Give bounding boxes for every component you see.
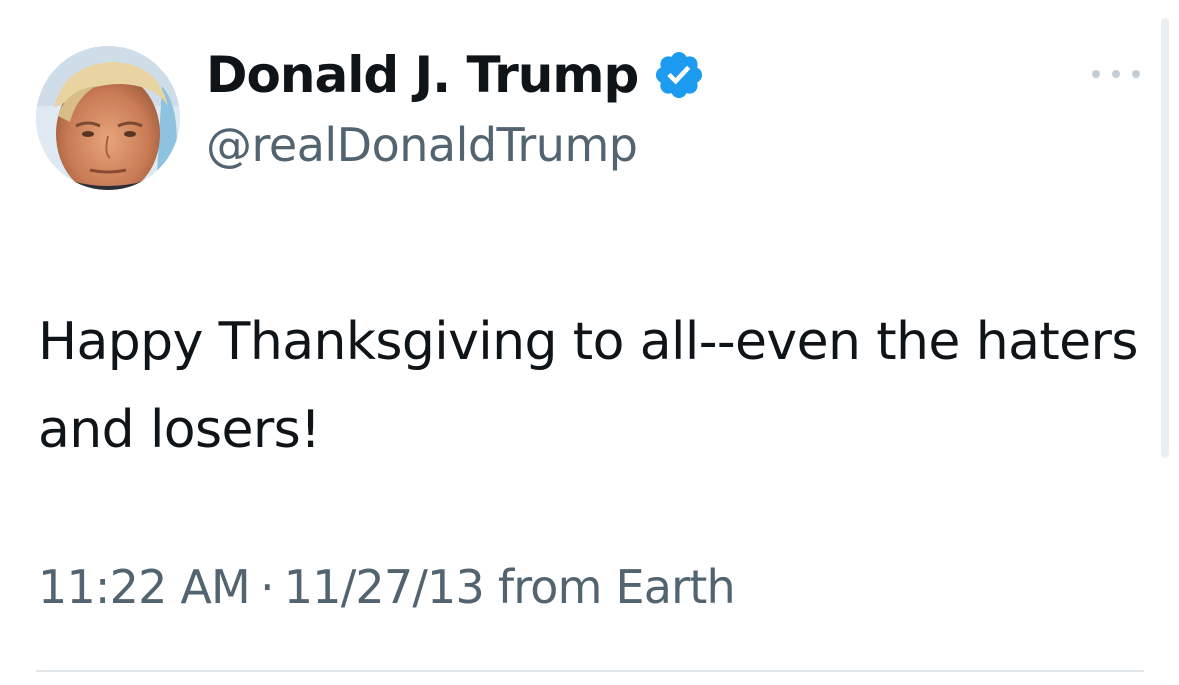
avatar[interactable] <box>36 46 180 190</box>
tweet-source: from Earth <box>497 560 736 614</box>
tweet-meta: 11:22 AM · 11/27/13 from Earth <box>38 560 736 614</box>
more-dot <box>1132 70 1140 78</box>
tweet-time[interactable]: 11:22 AM <box>38 560 251 614</box>
tweet-card: Donald J. Trump @realDonaldTrump Happy T… <box>0 0 1179 685</box>
tweet-date[interactable]: 11/27/13 <box>284 560 485 614</box>
avatar-portrait-icon <box>36 46 180 190</box>
user-handle[interactable]: @realDonaldTrump <box>206 118 638 172</box>
tweet-text: Happy Thanksgiving to all--even the hate… <box>38 312 1138 460</box>
more-options-icon[interactable] <box>1092 62 1140 86</box>
display-name-row: Donald J. Trump <box>206 40 706 110</box>
divider <box>36 670 1144 672</box>
display-name[interactable]: Donald J. Trump <box>206 46 639 104</box>
verified-badge-icon[interactable] <box>652 48 706 102</box>
scrollbar[interactable] <box>1161 18 1169 458</box>
more-dot <box>1092 70 1100 78</box>
meta-separator: · <box>259 560 275 614</box>
more-dot <box>1112 70 1120 78</box>
